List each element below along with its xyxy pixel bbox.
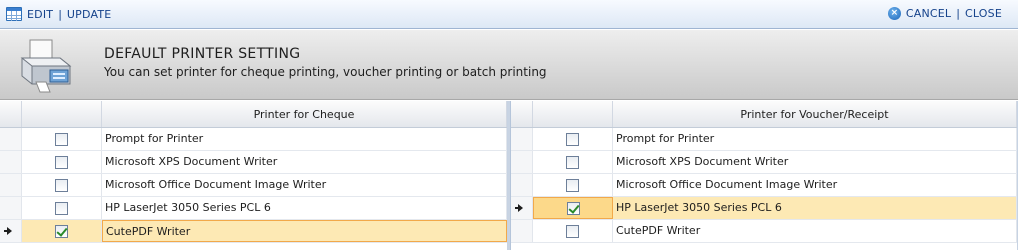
printer-name: Microsoft Office Document Image Writer	[102, 174, 507, 196]
header-check-cell	[533, 101, 613, 127]
page-title: DEFAULT PRINTER SETTING	[104, 46, 301, 62]
checkbox[interactable]	[55, 132, 68, 146]
checkbox[interactable]	[55, 201, 68, 215]
row-indicator	[0, 151, 22, 173]
check-cell[interactable]	[22, 197, 102, 219]
check-cell[interactable]	[22, 220, 102, 242]
table-row-selected[interactable]: CutePDF Writer	[0, 220, 507, 243]
toolbar-separator: |	[58, 7, 62, 21]
check-cell[interactable]	[533, 220, 613, 242]
row-indicator	[511, 151, 533, 173]
column-header-voucher[interactable]: Printer for Voucher/Receipt	[613, 101, 1017, 127]
row-indicator	[511, 128, 533, 150]
printer-name: Microsoft XPS Document Writer	[613, 151, 1017, 173]
grid-icon[interactable]	[6, 7, 22, 21]
update-button[interactable]: UPDATE	[67, 8, 112, 21]
column-header-cheque[interactable]: Printer for Cheque	[102, 101, 507, 127]
table-row[interactable]: Microsoft Office Document Image Writer	[0, 174, 507, 197]
row-indicator	[511, 220, 533, 242]
printer-name: Prompt for Printer	[613, 128, 1017, 150]
printer-name: HP LaserJet 3050 Series PCL 6	[613, 197, 1017, 219]
grid-header: Printer for Cheque	[0, 101, 507, 128]
row-indicator	[511, 174, 533, 196]
current-row-arrow-icon	[515, 204, 523, 212]
checkbox[interactable]	[55, 155, 68, 169]
check-cell[interactable]	[22, 174, 102, 196]
checkbox-checked[interactable]	[566, 201, 580, 215]
printer-name: HP LaserJet 3050 Series PCL 6	[102, 197, 507, 219]
checkbox[interactable]	[566, 178, 579, 192]
row-indicator	[0, 174, 22, 196]
header-banner: DEFAULT PRINTER SETTING You can set prin…	[0, 30, 1018, 100]
table-row[interactable]: HP LaserJet 3050 Series PCL 6	[0, 197, 507, 220]
table-row[interactable]: Microsoft Office Document Image Writer	[511, 174, 1017, 197]
printer-name: Microsoft XPS Document Writer	[102, 151, 507, 173]
printer-icon	[20, 39, 72, 93]
checkbox[interactable]	[566, 132, 579, 146]
table-row[interactable]: CutePDF Writer	[511, 220, 1017, 243]
check-cell[interactable]	[533, 151, 613, 173]
toolbar-left: EDIT | UPDATE	[6, 7, 111, 21]
checkbox[interactable]	[566, 224, 579, 238]
header-indicator-cell	[511, 101, 533, 127]
table-row[interactable]: Prompt for Printer	[511, 128, 1017, 151]
table-row[interactable]: Microsoft XPS Document Writer	[511, 151, 1017, 174]
check-cell[interactable]	[22, 128, 102, 150]
table-row[interactable]: Prompt for Printer	[0, 128, 507, 151]
header-indicator-cell	[0, 101, 22, 127]
header-check-cell	[22, 101, 102, 127]
printer-name: CutePDF Writer	[102, 220, 507, 242]
table-row[interactable]: Microsoft XPS Document Writer	[0, 151, 507, 174]
check-cell[interactable]	[533, 128, 613, 150]
toolbar-right: × CANCEL | CLOSE	[887, 7, 1002, 20]
cheque-printer-grid: Printer for Cheque Prompt for Printer Mi…	[0, 101, 508, 250]
close-button[interactable]: CLOSE	[965, 7, 1002, 20]
edit-button[interactable]: EDIT	[27, 8, 53, 21]
printer-name: Microsoft Office Document Image Writer	[613, 174, 1017, 196]
row-indicator	[0, 220, 22, 242]
table-row-selected[interactable]: HP LaserJet 3050 Series PCL 6	[511, 197, 1017, 220]
printer-name: CutePDF Writer	[613, 220, 1017, 242]
grid-header: Printer for Voucher/Receipt	[511, 101, 1017, 128]
toolbar-separator: |	[956, 7, 960, 20]
current-row-arrow-icon	[4, 227, 12, 235]
row-indicator	[0, 197, 22, 219]
row-indicator	[511, 197, 533, 219]
checkbox[interactable]	[566, 155, 579, 169]
cancel-button[interactable]: CANCEL	[906, 7, 951, 20]
printer-name: Prompt for Printer	[102, 128, 507, 150]
check-cell[interactable]	[22, 151, 102, 173]
row-indicator	[0, 128, 22, 150]
cancel-icon[interactable]: ×	[887, 7, 901, 20]
check-cell[interactable]	[533, 197, 613, 219]
checkbox[interactable]	[55, 178, 68, 192]
voucher-printer-grid: Printer for Voucher/Receipt Prompt for P…	[510, 101, 1018, 250]
page-subtitle: You can set printer for cheque printing,…	[104, 65, 547, 79]
toolbar: EDIT | UPDATE × CANCEL | CLOSE	[0, 0, 1018, 29]
check-cell[interactable]	[533, 174, 613, 196]
checkbox-checked[interactable]	[55, 224, 68, 238]
